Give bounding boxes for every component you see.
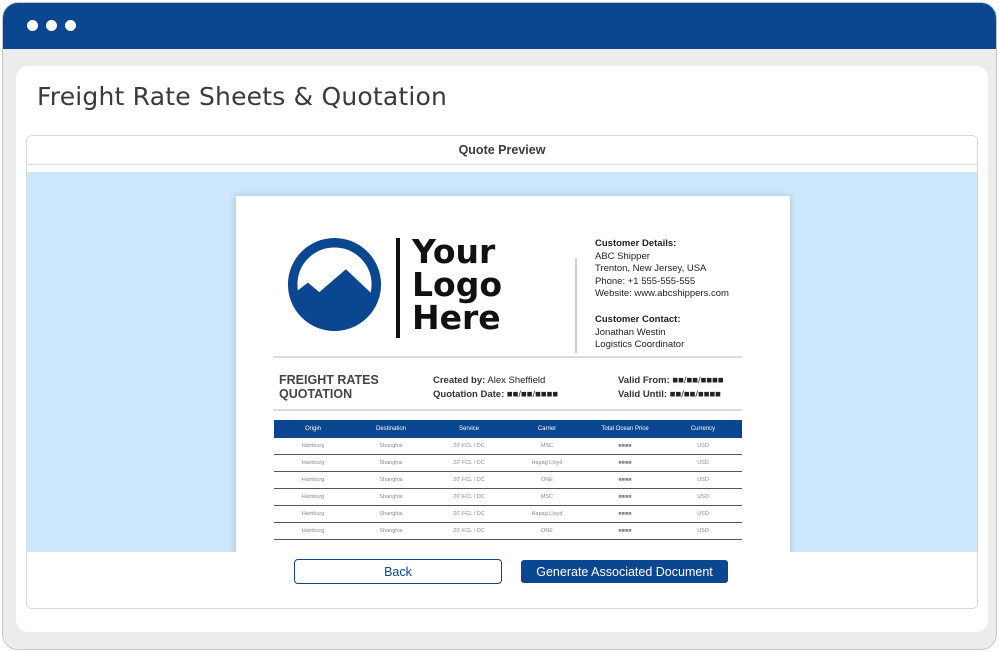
table-cell: ■■■■ [586, 488, 664, 506]
valid-from: ■■/■■/■■■■ [672, 375, 724, 386]
customer-details: Customer Details: ABC Shipper Trenton, N… [595, 238, 729, 352]
table-cell: 20' FCL / DC [430, 454, 508, 472]
table-cell: Shanghai [352, 522, 430, 540]
generate-document-button[interactable]: Generate Associated Document [521, 560, 728, 583]
mountain-circle-icon [287, 237, 382, 332]
table-cell: USD [664, 471, 742, 489]
contact-name: Jonathan Westin [595, 326, 666, 338]
table-cell: Hapag Lloyd [508, 505, 586, 523]
window-dot-icon [65, 20, 76, 31]
table-cell: Shanghai [352, 454, 430, 472]
quote-preview-panel: Quote Preview Your Logo Here Customer De… [26, 135, 978, 609]
customer-website: Website: www.abcshippers.com [595, 288, 729, 300]
table-cell: ■■■■ [586, 522, 664, 540]
table-cell: Shanghai [352, 505, 430, 523]
divider [273, 409, 742, 411]
panel-heading: Quote Preview [27, 136, 977, 165]
logo-text: Your Logo Here [412, 235, 502, 334]
table-cell: 20' FCL / DC [430, 471, 508, 489]
table-cell: ■■■■ [586, 471, 664, 489]
customer-contact-label: Customer Contact: [595, 313, 681, 325]
table-cell: ONE [508, 522, 586, 540]
customer-name: ABC Shipper [595, 250, 650, 262]
valid-until: ■■/■■/■■■■ [669, 388, 721, 400]
column-header: Origin [274, 420, 352, 438]
window-dot-icon [46, 20, 57, 31]
customer-details-label: Customer Details: [595, 238, 677, 249]
column-header: Destination [352, 420, 430, 438]
logo-divider [396, 238, 400, 338]
title-bar [3, 3, 996, 49]
table-row: Hamburg Shanghai 20' FCL / DC MSC ■■■■ U… [274, 488, 742, 506]
created-by: Alex Sheffield [487, 375, 546, 386]
table-cell: Hamburg [274, 438, 352, 455]
table-row: Hamburg Shanghai 20' FCL / DC ONE ■■■■ U… [274, 471, 742, 489]
table-cell: MSC [508, 488, 586, 506]
table-cell: USD [664, 438, 742, 455]
table-cell: 20' FCL / DC [430, 488, 508, 506]
preview-area[interactable]: Your Logo Here Customer Details: ABC Shi… [27, 172, 977, 552]
table-cell: Shanghai [352, 438, 430, 455]
valid-until-label: Valid Until: [618, 388, 668, 400]
column-header: Carrier [508, 420, 586, 438]
main-card: Freight Rate Sheets & Quotation Quote Pr… [16, 66, 988, 632]
contact-role: Logistics Coordinator [595, 339, 685, 351]
divider [273, 356, 742, 358]
table-cell: USD [664, 488, 742, 506]
table-cell: Shanghai [352, 488, 430, 506]
table-cell: ■■■■ [586, 505, 664, 523]
table-cell: USD [664, 454, 742, 472]
table-header-row: Origin Destination Service Carrier Total… [274, 420, 742, 438]
column-header: Service [430, 420, 508, 438]
logo-line: Here [412, 298, 501, 337]
table-cell: Hamburg [274, 454, 352, 472]
table-cell: USD [664, 522, 742, 540]
table-cell: Hamburg [274, 471, 352, 489]
quotation-title-line: FREIGHT RATES [279, 373, 379, 387]
quotation-title-line: QUOTATION [279, 387, 353, 401]
table-cell: 20' FCL / DC [430, 438, 508, 455]
table-cell: Hamburg [274, 505, 352, 523]
table-cell: ONE [508, 471, 586, 489]
table-row: Hamburg Shanghai 20' FCL / DC Hapag Lloy… [274, 454, 742, 472]
table-cell: USD [664, 505, 742, 523]
quotation-meta: Created by: Alex Sheffield Quotation Dat… [433, 374, 558, 401]
quotation-date: ■■/■■/■■■■ [506, 388, 559, 400]
column-header: Total Ocean Price [586, 420, 664, 438]
customer-phone: Phone: +1 555-555-555 [595, 275, 696, 287]
header-divider [575, 258, 577, 353]
table-cell: ■■■■ [586, 438, 664, 455]
table-row: Hamburg Shanghai 20' FCL / DC ONE ■■■■ U… [274, 522, 742, 540]
table-row: Hamburg Shanghai 20' FCL / DC Hapag Lloy… [274, 505, 742, 523]
logo: Your Logo Here [273, 221, 506, 351]
quote-document: Your Logo Here Customer Details: ABC Shi… [236, 196, 790, 552]
table-cell: Hapag Lloyd [508, 454, 586, 472]
table-cell: MSC [508, 438, 586, 455]
rates-table: Origin Destination Service Carrier Total… [274, 420, 742, 540]
table-cell: 20' FCL / DC [430, 505, 508, 523]
window-dot-icon [27, 20, 38, 31]
validity-meta: Valid From: ■■/■■/■■■■ Valid Until: ■■/■… [618, 374, 724, 401]
logo-line: Logo [412, 265, 502, 304]
table-cell: Shanghai [352, 471, 430, 489]
created-by-label: Created by: [433, 375, 486, 386]
customer-address: Trenton, New Jersey, USA [595, 263, 707, 275]
back-button[interactable]: Back [294, 559, 502, 584]
table-cell: ■■■■ [586, 454, 664, 472]
column-header: Currency [664, 420, 742, 438]
page-title: Freight Rate Sheets & Quotation [37, 82, 448, 111]
table-cell: 20' FCL / DC [430, 522, 508, 540]
quotation-date-label: Quotation Date: [433, 388, 505, 400]
table-cell: Hamburg [274, 488, 352, 506]
valid-from-label: Valid From: [618, 375, 670, 386]
quotation-title: FREIGHT RATES QUOTATION [279, 373, 379, 401]
table-row: Hamburg Shanghai 20' FCL / DC MSC ■■■■ U… [274, 438, 742, 455]
logo-line: Your [412, 232, 496, 271]
app-window: Freight Rate Sheets & Quotation Quote Pr… [2, 2, 997, 650]
table-cell: Hamburg [274, 522, 352, 540]
